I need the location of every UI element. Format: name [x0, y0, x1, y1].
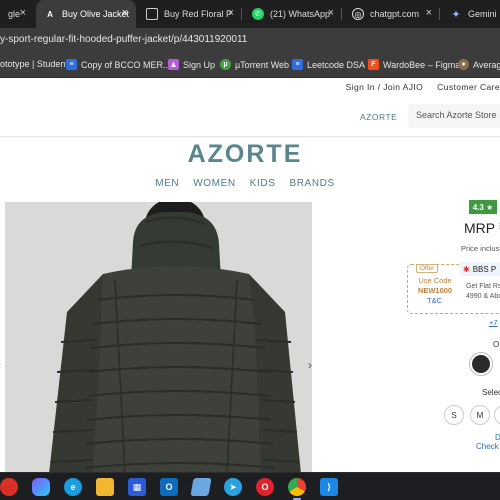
utorrent-icon: µ [220, 59, 231, 70]
avatar-icon: ● [458, 59, 469, 70]
category-nav: MEN WOMEN KIDS BRANDS [0, 178, 490, 189]
store-icon[interactable]: ▦ [128, 478, 146, 496]
select-size-label: Selec [482, 388, 500, 397]
product-page: Sign In / Join AJIO Customer Care AZORTE… [0, 78, 500, 472]
doc-icon: ≡ [66, 59, 77, 70]
bookmark-label: Sign Up [183, 59, 216, 70]
copilot-icon[interactable] [32, 478, 50, 496]
bank-offer-line1: Get Flat Rs [466, 283, 500, 290]
bookmark-label: µTorrent Web [235, 59, 290, 70]
bookmarks-bar: ototype | Student ≡ Copy of BCCO MER... … [0, 54, 500, 78]
bank-offer-line2: 4990 & Abo [466, 293, 500, 300]
tab-title: chatgpt.com [370, 9, 420, 19]
tab-gemini[interactable]: ✦ Gemini [442, 0, 500, 28]
close-icon[interactable]: × [328, 7, 334, 19]
close-icon[interactable]: × [426, 7, 432, 19]
product-image[interactable] [5, 202, 312, 472]
check-delivery-link[interactable]: Check S [476, 442, 500, 451]
ajio-a-icon: A [47, 9, 53, 19]
size-m-button[interactable]: M [470, 405, 490, 425]
search-input[interactable]: Search Azorte Store [408, 104, 500, 128]
bookmark-label: WardoBee – Figma [383, 59, 461, 70]
tab-title: (21) WhatsApp [270, 9, 331, 19]
nav-women[interactable]: WOMEN [193, 178, 235, 189]
address-bar[interactable]: y-sport-regular-fit-hooded-puffer-jacket… [0, 28, 500, 54]
close-icon[interactable]: × [228, 7, 234, 19]
tab-buy-olive-jacket[interactable]: A Buy Olive Jacket × [36, 0, 136, 28]
tab-title: Gemini [468, 9, 497, 19]
tab-buy-red-floral[interactable]: Buy Red Floral P × [138, 0, 242, 28]
more-offers-link[interactable]: +7 [489, 318, 498, 327]
nav-men[interactable]: MEN [155, 178, 179, 189]
bookmark-leetcode-dsa[interactable]: ≡ Leetcode DSA [292, 59, 365, 70]
size-s-button[interactable]: S [444, 405, 464, 425]
tab-whatsapp[interactable]: ✆ (21) WhatsApp × [244, 0, 342, 28]
bookmark-label: Copy of BCCO MER... [81, 59, 171, 70]
bank-logo-icon: ✱ [463, 264, 470, 274]
color-swatch-olive[interactable] [470, 353, 492, 375]
tnc-link[interactable]: T&C [427, 296, 442, 305]
tab-chatgpt[interactable]: ◎ chatgpt.com × [344, 0, 440, 28]
tab-google[interactable]: gle × [0, 0, 34, 28]
opera-icon[interactable]: O [256, 478, 274, 496]
nav-kids[interactable]: KIDS [250, 178, 276, 189]
mrp-price: MRP ₹ [464, 220, 500, 236]
bookmark-sign-up[interactable]: ♟ Sign Up [168, 59, 215, 70]
notes-icon[interactable] [190, 478, 212, 496]
tab-title: Buy Olive Jacket [62, 9, 130, 19]
bank-offer-label: BBS P [472, 264, 497, 274]
bookmark-prototype-student[interactable]: ototype | Student [0, 59, 68, 69]
bookmark-wardobee-figma[interactable]: F WardoBee – Figma [368, 59, 460, 70]
bookmark-utorrent-web[interactable]: µ µTorrent Web [220, 59, 289, 70]
doc-icon: ≡ [292, 59, 303, 70]
top-links: Sign In / Join AJIO Customer Care [346, 82, 500, 92]
chevron-left-icon[interactable]: ‹ [0, 358, 1, 372]
gemini-icon: ✦ [451, 8, 461, 21]
search-placeholder: Search Azorte Store [416, 110, 497, 120]
url-text[interactable]: y-sport-regular-fit-hooded-puffer-jacket… [0, 34, 247, 45]
tab-title: Buy Red Floral P [164, 9, 233, 19]
use-code-block: Use Code NEW1000 [413, 276, 457, 296]
bookmark-copy-of-bcco[interactable]: ≡ Copy of BCCO MER... [66, 59, 171, 70]
offer-tag: Offer [416, 264, 439, 273]
bank-offer-header: ✱ BBS P [460, 262, 500, 276]
bookmark-label: Leetcode DSA [307, 59, 366, 70]
edge-icon[interactable]: e [64, 478, 82, 496]
whatsapp-icon: ✆ [252, 8, 264, 20]
nav-brands[interactable]: BRANDS [289, 178, 334, 189]
close-icon[interactable]: × [20, 7, 26, 19]
puffer-jacket-illustration [5, 202, 312, 472]
page-icon [146, 8, 158, 20]
file-explorer-icon[interactable] [96, 478, 114, 496]
vscode-icon[interactable]: ⟩ [320, 478, 338, 496]
figma-icon: F [368, 59, 379, 70]
outlook-icon[interactable]: O [160, 478, 178, 496]
chrome-red-icon[interactable] [0, 478, 18, 496]
tab-title: gle [8, 9, 21, 19]
chatgpt-icon: ◎ [352, 8, 364, 20]
use-code-label: Use Code [418, 276, 452, 285]
chevron-right-icon[interactable]: › [308, 358, 312, 372]
bookmark-label: ototype | Student [0, 59, 68, 69]
bookmark-average[interactable]: ● Average [458, 59, 500, 70]
coupon-code: NEW1000 [417, 286, 453, 295]
telegram-icon[interactable]: ➤ [224, 478, 242, 496]
color-label: O [493, 340, 500, 349]
azorte-link[interactable]: AZORTE [360, 112, 397, 122]
bank-offer-text: Get Flat Rs 4990 & Abo [466, 282, 500, 302]
price-inclusive-note: Price inclusiv [461, 244, 500, 253]
rating-badge: 4.3 ★ [469, 200, 497, 214]
close-icon[interactable]: × [122, 7, 128, 19]
header-divider [0, 136, 500, 137]
size-next-button[interactable] [494, 405, 500, 425]
azorte-logo[interactable]: AZORTE [0, 140, 490, 169]
customer-care-link[interactable]: Customer Care [437, 82, 500, 92]
windows-taskbar: e ▦ O ➤ O ⟩ [0, 472, 500, 500]
signup-icon: ♟ [168, 59, 179, 70]
chrome-icon[interactable] [288, 478, 306, 496]
delivery-label: D [495, 433, 500, 442]
sign-in-link[interactable]: Sign In / Join AJIO [346, 82, 424, 92]
browser-tab-strip: gle × A Buy Olive Jacket × Buy Red Flora… [0, 0, 500, 28]
bookmark-label: Average [473, 59, 500, 70]
